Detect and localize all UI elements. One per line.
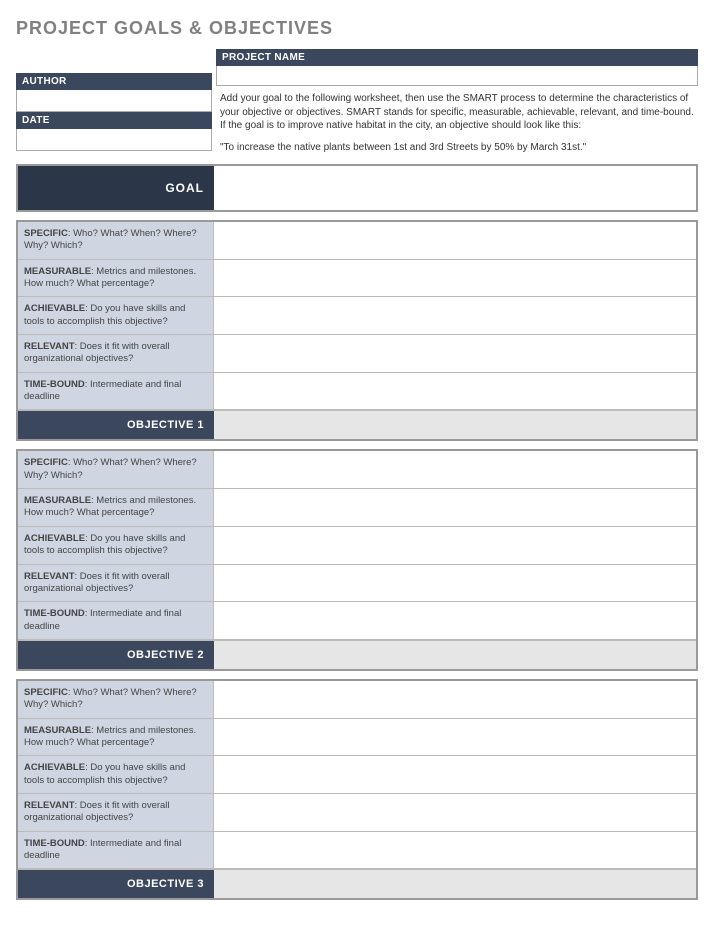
achievable-row: ACHIEVABLE: Do you have skills and tools… xyxy=(18,527,696,565)
achievable-strong: ACHIEVABLE xyxy=(24,762,85,773)
measurable-strong: MEASURABLE xyxy=(24,725,91,736)
achievable-label: ACHIEVABLE: Do you have skills and tools… xyxy=(18,756,214,793)
relevant-label: RELEVANT: Does it fit with overall organ… xyxy=(18,335,214,372)
timebound-input-1[interactable] xyxy=(214,373,696,410)
specific-row: SPECIFIC: Who? What? When? Where? Why? W… xyxy=(18,451,696,489)
date-header: DATE xyxy=(16,112,212,129)
measurable-label: MEASURABLE: Metrics and milestones. How … xyxy=(18,719,214,756)
achievable-strong: ACHIEVABLE xyxy=(24,533,85,544)
measurable-input-1[interactable] xyxy=(214,260,696,297)
measurable-strong: MEASURABLE xyxy=(24,266,91,277)
achievable-strong: ACHIEVABLE xyxy=(24,303,85,314)
relevant-input-1[interactable] xyxy=(214,335,696,372)
goal-input[interactable] xyxy=(214,166,696,210)
project-name-header: PROJECT NAME xyxy=(216,49,698,66)
measurable-row: MEASURABLE: Metrics and milestones. How … xyxy=(18,489,696,527)
relevant-strong: RELEVANT xyxy=(24,571,75,582)
objective-1-input[interactable] xyxy=(214,411,696,439)
project-name-input[interactable] xyxy=(216,66,698,86)
instructions-block: Add your goal to the following worksheet… xyxy=(216,86,698,158)
specific-strong: SPECIFIC xyxy=(24,228,68,239)
instructions-example: "To increase the native plants between 1… xyxy=(220,141,694,155)
measurable-row: MEASURABLE: Metrics and milestones. How … xyxy=(18,260,696,298)
relevant-label: RELEVANT: Does it fit with overall organ… xyxy=(18,565,214,602)
timebound-label: TIME-BOUND: Intermediate and final deadl… xyxy=(18,602,214,639)
specific-label: SPECIFIC: Who? What? When? Where? Why? W… xyxy=(18,222,214,259)
timebound-strong: TIME-BOUND xyxy=(24,608,85,619)
timebound-input-3[interactable] xyxy=(214,832,696,869)
specific-row: SPECIFIC: Who? What? When? Where? Why? W… xyxy=(18,681,696,719)
specific-strong: SPECIFIC xyxy=(24,687,68,698)
objective-3-section: SPECIFIC: Who? What? When? Where? Why? W… xyxy=(16,679,698,900)
author-input[interactable] xyxy=(16,90,212,112)
timebound-input-2[interactable] xyxy=(214,602,696,639)
timebound-label: TIME-BOUND: Intermediate and final deadl… xyxy=(18,832,214,869)
achievable-row: ACHIEVABLE: Do you have skills and tools… xyxy=(18,297,696,335)
achievable-input-1[interactable] xyxy=(214,297,696,334)
goal-row: GOAL xyxy=(16,164,698,212)
objective-1-row: OBJECTIVE 1 xyxy=(18,410,696,439)
timebound-strong: TIME-BOUND xyxy=(24,379,85,390)
relevant-row: RELEVANT: Does it fit with overall organ… xyxy=(18,794,696,832)
timebound-row: TIME-BOUND: Intermediate and final deadl… xyxy=(18,602,696,640)
specific-input-1[interactable] xyxy=(214,222,696,259)
timebound-row: TIME-BOUND: Intermediate and final deadl… xyxy=(18,832,696,870)
achievable-label: ACHIEVABLE: Do you have skills and tools… xyxy=(18,297,214,334)
achievable-input-3[interactable] xyxy=(214,756,696,793)
timebound-strong: TIME-BOUND xyxy=(24,838,85,849)
objective-3-row: OBJECTIVE 3 xyxy=(18,869,696,898)
timebound-row: TIME-BOUND: Intermediate and final deadl… xyxy=(18,373,696,411)
relevant-row: RELEVANT: Does it fit with overall organ… xyxy=(18,335,696,373)
relevant-input-3[interactable] xyxy=(214,794,696,831)
top-meta-grid: AUTHOR DATE PROJECT NAME Add your goal t… xyxy=(16,49,698,158)
objective-2-section: SPECIFIC: Who? What? When? Where? Why? W… xyxy=(16,449,698,670)
specific-label: SPECIFIC: Who? What? When? Where? Why? W… xyxy=(18,681,214,718)
page-title: PROJECT GOALS & OBJECTIVES xyxy=(16,18,698,39)
achievable-label: ACHIEVABLE: Do you have skills and tools… xyxy=(18,527,214,564)
achievable-row: ACHIEVABLE: Do you have skills and tools… xyxy=(18,756,696,794)
measurable-row: MEASURABLE: Metrics and milestones. How … xyxy=(18,719,696,757)
objective-1-section: SPECIFIC: Who? What? When? Where? Why? W… xyxy=(16,220,698,441)
objective-3-input[interactable] xyxy=(214,870,696,898)
measurable-label: MEASURABLE: Metrics and milestones. How … xyxy=(18,489,214,526)
relevant-label: RELEVANT: Does it fit with overall organ… xyxy=(18,794,214,831)
objective-2-row: OBJECTIVE 2 xyxy=(18,640,696,669)
relevant-strong: RELEVANT xyxy=(24,341,75,352)
spacer xyxy=(16,49,212,73)
right-meta-column: PROJECT NAME Add your goal to the follow… xyxy=(216,49,698,158)
specific-row: SPECIFIC: Who? What? When? Where? Why? W… xyxy=(18,222,696,260)
date-input[interactable] xyxy=(16,129,212,151)
timebound-label: TIME-BOUND: Intermediate and final deadl… xyxy=(18,373,214,410)
author-header: AUTHOR xyxy=(16,73,212,90)
goal-label: GOAL xyxy=(18,166,214,210)
relevant-input-2[interactable] xyxy=(214,565,696,602)
instructions-body: Add your goal to the following worksheet… xyxy=(220,92,694,133)
left-meta-column: AUTHOR DATE xyxy=(16,49,212,158)
measurable-strong: MEASURABLE xyxy=(24,495,91,506)
specific-strong: SPECIFIC xyxy=(24,457,68,468)
specific-label: SPECIFIC: Who? What? When? Where? Why? W… xyxy=(18,451,214,488)
objective-2-label: OBJECTIVE 2 xyxy=(18,641,214,669)
measurable-label: MEASURABLE: Metrics and milestones. How … xyxy=(18,260,214,297)
specific-input-3[interactable] xyxy=(214,681,696,718)
specific-input-2[interactable] xyxy=(214,451,696,488)
objective-1-label: OBJECTIVE 1 xyxy=(18,411,214,439)
relevant-strong: RELEVANT xyxy=(24,800,75,811)
measurable-input-3[interactable] xyxy=(214,719,696,756)
measurable-input-2[interactable] xyxy=(214,489,696,526)
achievable-input-2[interactable] xyxy=(214,527,696,564)
objective-3-label: OBJECTIVE 3 xyxy=(18,870,214,898)
objective-2-input[interactable] xyxy=(214,641,696,669)
relevant-row: RELEVANT: Does it fit with overall organ… xyxy=(18,565,696,603)
